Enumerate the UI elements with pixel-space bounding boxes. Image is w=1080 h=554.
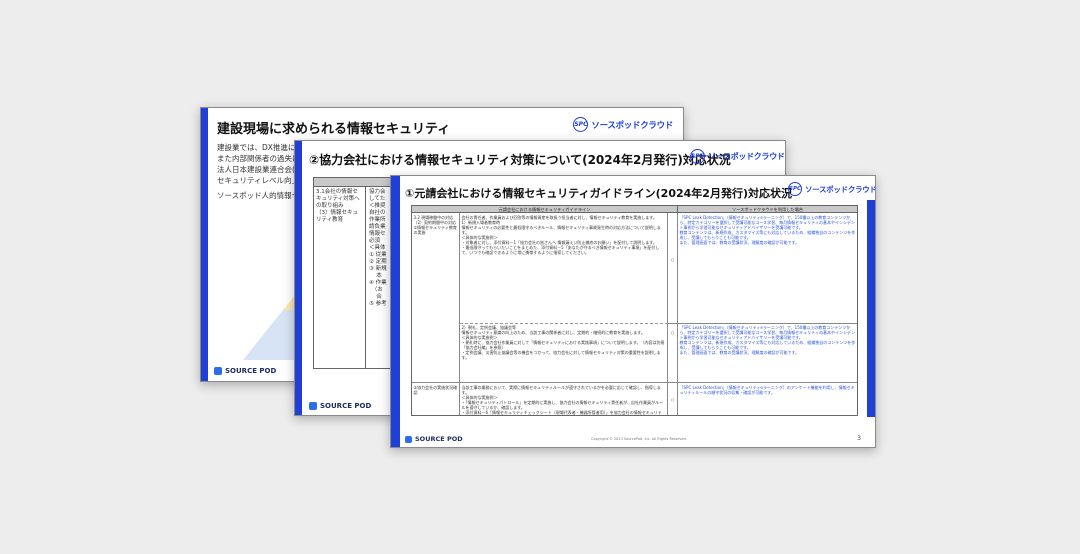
table-cell-item: ②協力会社の実施状況確認	[412, 383, 460, 415]
sourcepod-mark-icon	[309, 402, 317, 410]
slide-body-text: 建設業では、DX推進に伴 また内部関係者の過失に 法人日本建設業連合会(E セキ…	[217, 142, 303, 201]
cell-line: （3）情報セキュ	[316, 210, 358, 216]
slide-title: ②協力会社における情報セキュリティ対策について(2024年2月発行)対応状況	[309, 153, 731, 167]
check-mark: ○	[670, 257, 675, 262]
row-divider	[668, 323, 857, 324]
logo-wordmark: ソースポッドクラウド	[591, 120, 673, 131]
slide-accent-bar	[295, 141, 302, 415]
cell-line: リティ教育	[316, 217, 344, 223]
slide-right-accent	[867, 200, 875, 417]
footer-logo: SOURCE POD	[405, 435, 463, 443]
table-cell-content: 2）朝礼、定例会議、協議会等 情報セキュリティ意識の向上のため、当該工事の関係者…	[460, 323, 668, 382]
table-header: 協	[314, 178, 398, 187]
slide-title: ①元請会社における情報セキュリティガイドライン(2024年2月発行)対応状況	[405, 187, 792, 200]
table-cell-content: 当該工事の業務において、実際に情報セキュリティルールが遵守されているかを必要に応…	[460, 383, 668, 415]
spc-badge-icon: SPC	[690, 149, 705, 164]
logo-wordmark: ソースポッドクラウド	[708, 152, 785, 161]
cell-line: 3.1会社の情報セ	[316, 189, 358, 195]
slide-thumbnail-3[interactable]: ①元請会社における情報セキュリティガイドライン(2024年2月発行)対応状況 S…	[390, 175, 876, 448]
slide-accent-bar	[201, 108, 208, 381]
table-cell-spc: 「SPC Leak Detection」（情報セキュリティeラーニング）で、15…	[679, 214, 856, 245]
logo-wordmark: ソースポッドクラウド	[805, 184, 876, 194]
table-cell-mark-column: ○	[668, 383, 678, 415]
footer-logo: SOURCE POD	[214, 367, 276, 375]
sourcepod-cloud-logo: SPC ソースポッドクラウド	[690, 149, 785, 164]
copyright-text: Copyright © 2023 SourcePod, Inc. All Rig…	[591, 437, 687, 441]
check-mark: ○	[670, 397, 675, 402]
sourcepod-cloud-logo: SPC ソースポッドクラウド	[788, 182, 876, 196]
body-line: 法人日本建設業連合会(E	[217, 165, 300, 174]
cell-line: キュリティ対策へ	[316, 196, 360, 202]
footer-logo-text: SOURCE POD	[415, 435, 463, 443]
sourcepod-mark-icon	[214, 367, 222, 375]
body-line: セキュリティレベル向上	[217, 176, 300, 185]
table-header-left: 元請会社における情報セキュリティガイドライン	[412, 206, 678, 213]
spc-badge-icon: SPC	[573, 117, 589, 132]
sourcepod-cloud-logo: SPC ソースポッドクラウド	[573, 117, 673, 132]
cell-line: の取り組み	[316, 203, 344, 209]
spc-badge-icon: SPC	[788, 182, 802, 196]
body-line: また内部関係者の過失に	[217, 154, 300, 163]
footer-logo: SOURCE POD	[309, 402, 371, 410]
row-divider	[460, 323, 668, 324]
table-item-column: 3.1会社の情報セ キュリティ対策へ の取り組み （3）情報セキュ リティ教育	[314, 187, 366, 369]
table-cell-mark-column: ○ ○	[668, 213, 678, 382]
footer-logo-text: SOURCE POD	[320, 402, 372, 410]
table-cell-spc: 「SPC Leak Detection」（情報セキュリティeラーニング）で、15…	[679, 324, 856, 355]
sourcepod-mark-icon	[405, 435, 412, 443]
footer-logo-text: SOURCE POD	[225, 367, 277, 375]
guideline-table: 協 3.1会社の情報セ キュリティ対策へ の取り組み （3）情報セキュ リティ教…	[313, 177, 399, 369]
slide-title: 建設現場に求められる情報セキュリティ	[217, 122, 451, 137]
slide-accent-bar	[391, 176, 400, 447]
table-cell-content: 会社の責任者、作業員および回答等の情報資産を取扱う担当者に対し、情報セキュリティ…	[460, 213, 668, 323]
body-line: 建設業では、DX推進に伴	[217, 143, 303, 152]
body-line: ソースポッド人的情報セ	[217, 191, 300, 200]
page-number: 3	[857, 435, 861, 442]
check-mark: ○	[670, 330, 675, 335]
table-cell-spc: 「SPC Leak Detection」（情報セキュリティeラーニング）のアンケ…	[679, 384, 855, 395]
guideline-comparison-table: 元請会社における情報セキュリティガイドライン ソースポッドクラウドを利用した場合…	[411, 205, 858, 416]
table-header-right: ソースポッドクラウドを利用した場合	[678, 206, 857, 213]
table-cell-item: 3.2 現場稼働中の対応 （2）契約期間中の対応 ①情報セキュリティ教育の実施	[412, 213, 460, 382]
